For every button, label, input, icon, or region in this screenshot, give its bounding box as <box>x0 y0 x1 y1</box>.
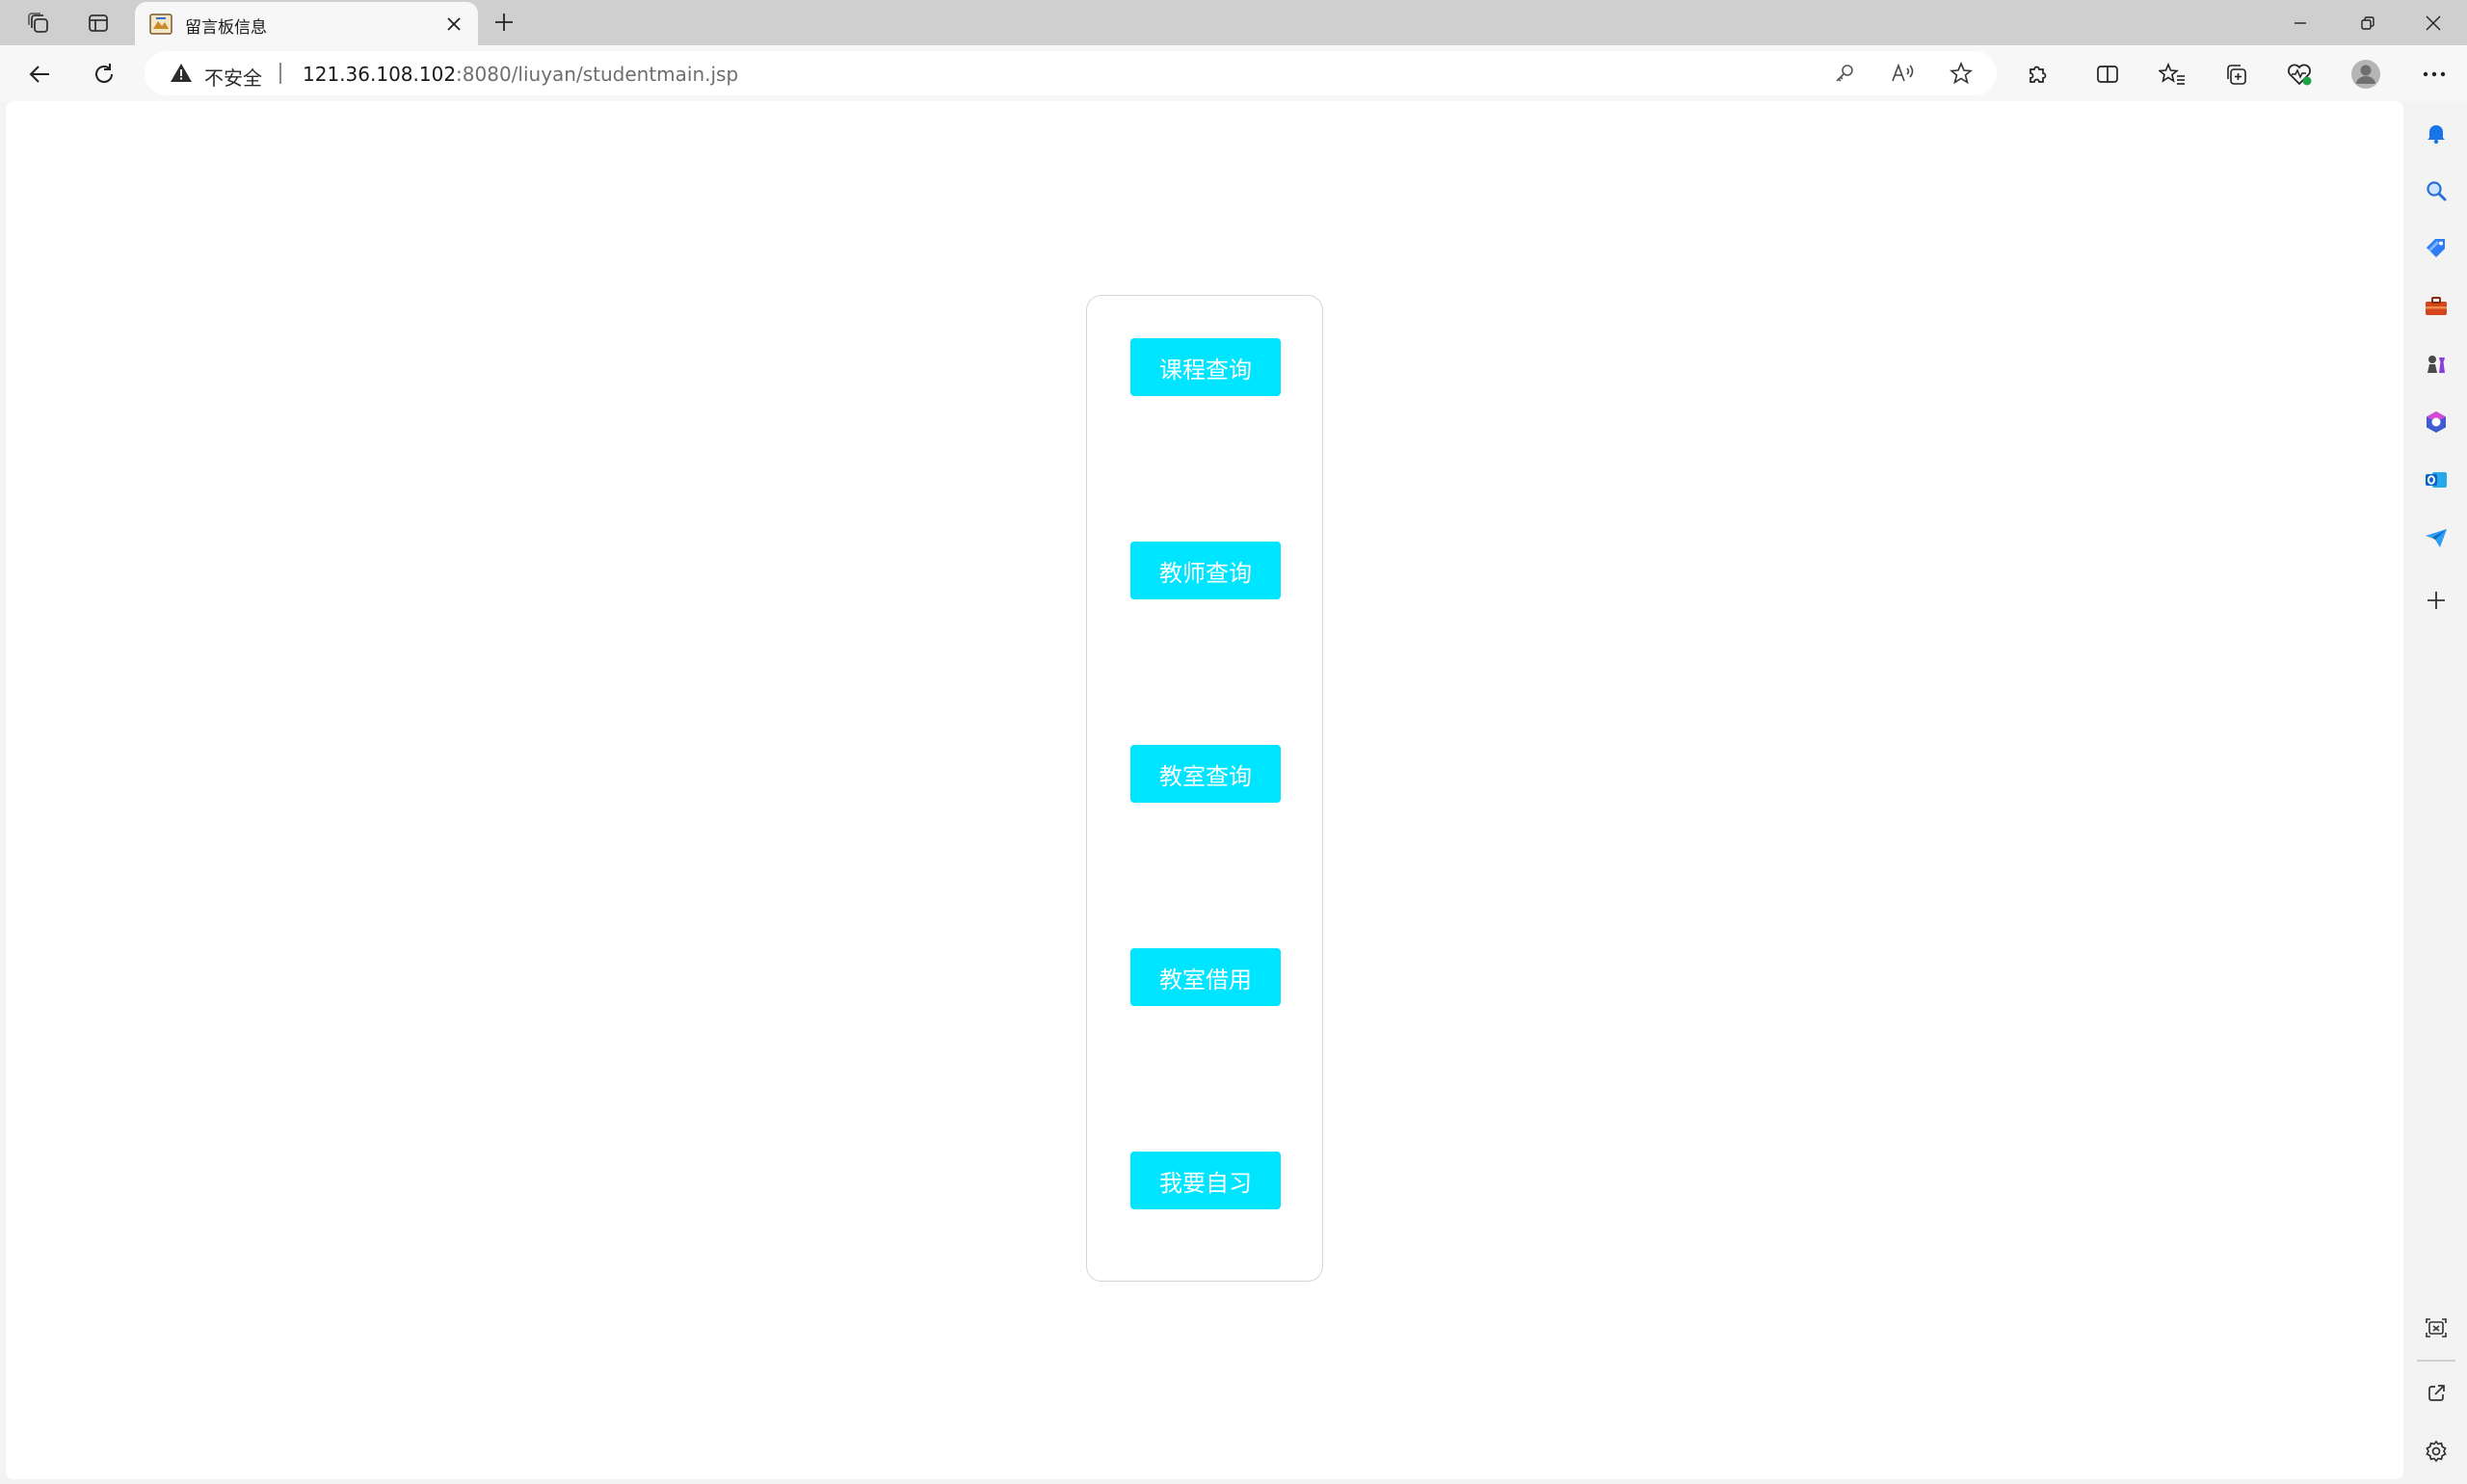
workspaces-button[interactable] <box>15 4 62 42</box>
sidebar-divider <box>2417 1360 2455 1362</box>
tab-active[interactable]: 留言板信息 <box>135 2 478 45</box>
sidebar-item-tools[interactable] <box>2417 287 2455 326</box>
sidebar-item-screenshot[interactable] <box>2417 1309 2455 1347</box>
url-host: 121.36.108.102 <box>303 63 457 86</box>
title-bar: 留言板信息 <box>0 0 2467 45</box>
tab-actions-button[interactable] <box>75 4 121 42</box>
restore-icon <box>2360 15 2375 31</box>
briefcase-icon <box>2424 295 2449 318</box>
split-screen-icon <box>2095 62 2120 87</box>
chess-icon <box>2424 352 2449 377</box>
workspaces-icon <box>26 11 51 36</box>
sidebar-item-office[interactable] <box>2417 403 2455 441</box>
teacher-query-button[interactable]: 教师查询 <box>1130 542 1281 599</box>
self-study-button[interactable]: 我要自习 <box>1130 1152 1281 1209</box>
url-text[interactable]: 121.36.108.102:8080/liuyan/studentmain.j… <box>303 63 738 86</box>
sidebar-add-button[interactable] <box>2417 581 2455 620</box>
avatar <box>2350 59 2381 90</box>
plus-icon <box>493 12 515 33</box>
office-icon <box>2424 410 2449 435</box>
screenshot-icon <box>2424 1315 2449 1340</box>
favorite-button[interactable] <box>1943 55 1979 92</box>
minimize-icon <box>2293 15 2308 31</box>
classroom-borrow-button[interactable]: 教室借用 <box>1130 948 1281 1006</box>
tab-title: 留言板信息 <box>185 18 267 38</box>
navigation-bar: 不安全 121.36.108.102:8080/liuyan/studentma… <box>0 45 2467 101</box>
favorites-button[interactable] <box>2152 54 2192 94</box>
sidebar-item-games[interactable] <box>2417 345 2455 384</box>
favicon-icon <box>147 11 173 37</box>
page-viewport: 课程查询 教师查询 教室查询 教室借用 我要自习 <box>6 101 2403 1479</box>
arrow-left-icon <box>27 62 52 87</box>
back-button[interactable] <box>19 54 60 94</box>
sidebar-item-search[interactable] <box>2417 172 2455 210</box>
search-icon <box>2425 179 2448 202</box>
more-menu-button[interactable] <box>2414 54 2454 94</box>
plus-icon <box>2426 590 2447 611</box>
new-tab-button[interactable] <box>486 4 522 40</box>
settings-icon <box>2425 1440 2448 1463</box>
student-menu-panel: 课程查询 教师查询 教室查询 教室借用 我要自习 <box>1086 295 1323 1282</box>
star-icon <box>1950 62 1973 85</box>
close-icon <box>2425 14 2442 32</box>
close-icon <box>446 16 462 32</box>
favorites-icon <box>2159 62 2186 87</box>
read-aloud-icon <box>1891 63 1916 84</box>
sidebar-settings-button[interactable] <box>2417 1432 2455 1471</box>
split-screen-button[interactable] <box>2087 54 2128 94</box>
puzzle-icon <box>2026 62 2051 87</box>
read-aloud-button[interactable] <box>1885 55 1922 92</box>
sidebar-item-open-external[interactable] <box>2417 1374 2455 1413</box>
extensions-button[interactable] <box>2018 54 2058 94</box>
edge-sidebar <box>2405 101 2467 1484</box>
sidebar-item-notifications[interactable] <box>2417 114 2455 152</box>
minimize-button[interactable] <box>2267 0 2334 45</box>
bell-icon <box>2425 121 2448 145</box>
send-icon <box>2424 525 2449 550</box>
window-close-button[interactable] <box>2400 0 2467 45</box>
key-icon <box>1834 63 1855 84</box>
sidebar-item-outlook[interactable] <box>2417 461 2455 499</box>
tag-icon <box>2424 236 2449 261</box>
tab-actions-icon <box>87 12 110 35</box>
refresh-icon <box>92 62 117 87</box>
classroom-query-button[interactable]: 教室查询 <box>1130 745 1281 803</box>
sidebar-item-shopping[interactable] <box>2417 229 2455 268</box>
open-external-icon <box>2426 1383 2447 1404</box>
tab-close-button[interactable] <box>439 10 468 39</box>
security-status[interactable]: 不安全 <box>204 63 262 91</box>
address-bar[interactable]: 不安全 121.36.108.102:8080/liuyan/studentma… <box>145 51 1997 95</box>
url-path: :8080/liuyan/studentmain.jsp <box>456 63 739 86</box>
sidebar-item-drop[interactable] <box>2417 518 2455 557</box>
outlook-icon <box>2424 467 2449 492</box>
profile-button[interactable] <box>2346 54 2386 94</box>
address-separator <box>279 63 281 84</box>
collections-button[interactable] <box>2215 54 2256 94</box>
more-horizontal-icon <box>2423 70 2446 78</box>
password-key-button[interactable] <box>1826 55 1863 92</box>
restore-button[interactable] <box>2334 0 2401 45</box>
course-query-button[interactable]: 课程查询 <box>1130 338 1281 396</box>
refresh-button[interactable] <box>84 54 124 94</box>
heart-pulse-icon <box>2286 62 2313 87</box>
warning-icon[interactable] <box>170 62 193 85</box>
browser-essentials-button[interactable] <box>2279 54 2320 94</box>
collections-icon <box>2223 62 2248 87</box>
